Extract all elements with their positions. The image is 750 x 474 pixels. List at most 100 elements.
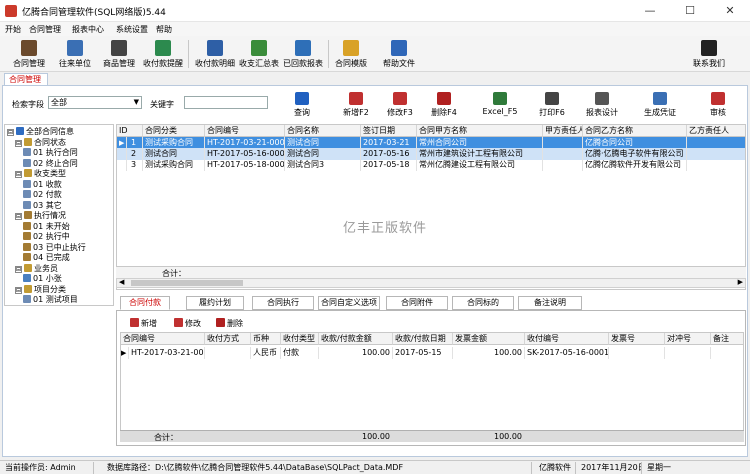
tab-custom-options[interactable]: 合同自定义选项 xyxy=(318,296,380,310)
grid-header-party-b-rep[interactable]: 乙方责任人 xyxy=(687,125,745,137)
audit-button[interactable]: 审核 xyxy=(698,90,738,120)
toolbar-partner-button[interactable]: 往来单位 xyxy=(52,38,98,70)
tree-node[interactable]: 01 收款 xyxy=(23,179,62,190)
tree-expander-icon[interactable]: ⊟ xyxy=(15,265,22,273)
table-row[interactable]: ▶HT-2017-03-21-0001人民币付款100.002017-05-15… xyxy=(121,347,743,359)
pgrid-header-amount[interactable]: 收款/付款金额 xyxy=(319,333,393,345)
toolbar-summary-button[interactable]: 收支汇总表 xyxy=(236,38,282,70)
grid-header-name[interactable]: 合同名称 xyxy=(285,125,361,137)
tab-attachments[interactable]: 合同附件 xyxy=(386,296,448,310)
add-button[interactable]: 新增F2 xyxy=(336,90,376,120)
tree-node-label: 合同状态 xyxy=(34,137,66,147)
table-cell xyxy=(543,159,583,171)
tree-node[interactable]: 01 执行合同 xyxy=(23,148,78,158)
menu-reports[interactable]: 报表中心 xyxy=(72,24,104,35)
search-field-select[interactable]: 全部 ▼ xyxy=(48,96,142,109)
toolbar-receipt-detail-button[interactable]: 收付款明细 xyxy=(192,38,238,70)
keyword-input[interactable] xyxy=(184,96,268,109)
menu-settings[interactable]: 系统设置 xyxy=(116,24,148,35)
toolbar-reminder-button[interactable]: 收付款提醒 xyxy=(140,38,186,70)
pgrid-header-number[interactable]: 合同编号 xyxy=(121,333,205,345)
category-tree: ⊟ 全部合同信息 ⊟ 合同状态 01 执行合同 02 终止合同 ⊟ 收支类型 01 收款 02 付… xyxy=(4,124,114,306)
menu-start[interactable]: 开始 xyxy=(5,24,21,35)
tab-contract-execution[interactable]: 合同执行 xyxy=(252,296,314,310)
scroll-left-icon[interactable]: ◀ xyxy=(119,278,124,286)
tree-node[interactable]: ⊟ 业务员 xyxy=(15,263,58,274)
close-button[interactable]: ✕ xyxy=(710,0,750,22)
tree-node[interactable]: 01 小张 xyxy=(23,274,62,284)
lower-add-button[interactable]: 新增 xyxy=(130,318,157,329)
tree-node[interactable]: 01 未开始 xyxy=(23,221,70,232)
grid-header-party-a[interactable]: 合同甲方名称 xyxy=(417,125,543,137)
grid-header-party-b[interactable]: 合同乙方名称 xyxy=(583,125,687,137)
window-title: 亿腾合同管理软件(SQL网络版)5.44 xyxy=(22,8,166,18)
query-button[interactable]: 查询 xyxy=(282,90,322,120)
pgrid-header-receipt-no[interactable]: 收付编号 xyxy=(525,333,609,345)
excel-button[interactable]: Excel_F5 xyxy=(480,90,520,120)
tab-subject[interactable]: 合同标的 xyxy=(452,296,514,310)
minimize-button[interactable]: — xyxy=(630,0,670,22)
toolbar-goods-button[interactable]: 商品管理 xyxy=(96,38,142,70)
pgrid-header-type[interactable]: 收付类型 xyxy=(281,333,319,345)
pgrid-header-remark[interactable]: 备注 xyxy=(711,333,743,345)
pgrid-header-invoice-amount[interactable]: 发票金额 xyxy=(453,333,525,345)
horizontal-scrollbar[interactable]: ◀ ▶ xyxy=(116,278,746,288)
delete-icon xyxy=(437,92,451,105)
doc-tab-contract[interactable]: 合同管理 xyxy=(4,73,48,85)
tree-expander-icon[interactable]: ⊟ xyxy=(15,286,22,294)
report-design-button[interactable]: 报表设计 xyxy=(582,90,622,120)
maximize-button[interactable]: ☐ xyxy=(670,0,710,22)
grid-header-party-a-rep[interactable]: 甲方责任人 xyxy=(543,125,583,137)
scroll-right-icon[interactable]: ▶ xyxy=(738,278,743,286)
pgrid-header-currency[interactable]: 币种 xyxy=(251,333,281,345)
grid-header-category[interactable]: 合同分类 xyxy=(143,125,205,137)
tab-contract-payment[interactable]: 合同付款 xyxy=(120,296,170,310)
tree-expander-icon[interactable]: ⊟ xyxy=(15,171,22,178)
print-button[interactable]: 打印F6 xyxy=(532,90,572,120)
menu-contract[interactable]: 合同管理 xyxy=(29,24,61,35)
tab-remarks[interactable]: 备注说明 xyxy=(518,296,582,310)
tree-node[interactable]: ⊟ 全部合同信息 xyxy=(7,127,74,137)
toolbar-template-button[interactable]: 合同模版 xyxy=(328,38,374,70)
tree-node[interactable]: ⊟ 合同状态 xyxy=(15,137,66,148)
lower-delete-button[interactable]: 删除 xyxy=(216,318,243,329)
tree-node[interactable]: ⊟ 项目分类 xyxy=(15,284,66,295)
tree-expander-icon[interactable]: ⊟ xyxy=(15,139,22,147)
toolbar-contact-button[interactable]: 联系我们 xyxy=(686,38,732,70)
tree-expander-icon[interactable]: ⊟ xyxy=(15,213,22,220)
tree-node[interactable]: 02 执行中 xyxy=(23,232,70,242)
lower-edit-button[interactable]: 修改 xyxy=(174,318,201,329)
grid-header-date[interactable]: 签订日期 xyxy=(361,125,417,137)
tree-node[interactable]: 02 付款 xyxy=(23,190,62,200)
grid-header-number[interactable]: 合同编号 xyxy=(205,125,285,137)
status-user: 当前操作员: Admin xyxy=(2,462,94,474)
pgrid-header-date[interactable]: 收款/付款日期 xyxy=(393,333,453,345)
grid-header-id[interactable]: ID xyxy=(117,125,143,137)
qq-icon xyxy=(701,40,717,56)
tree-node[interactable]: 03 已中止执行 xyxy=(23,242,86,253)
edit-button[interactable]: 修改F3 xyxy=(380,90,420,120)
pgrid-header-invoice-no[interactable]: 发票号 xyxy=(609,333,665,345)
tree-node[interactable]: 01 测试项目 xyxy=(23,295,78,305)
toolbar-contract-button[interactable]: 合同管理 xyxy=(6,38,52,70)
tree-expander-icon[interactable]: ⊟ xyxy=(7,129,14,136)
delete-button[interactable]: 删除F4 xyxy=(424,90,464,120)
menu-help[interactable]: 帮助 xyxy=(156,24,172,35)
pgrid-header-method[interactable]: 收付方式 xyxy=(205,333,251,345)
pgrid-header-offset[interactable]: 对冲号 xyxy=(665,333,711,345)
tree-node[interactable]: 02 终止合同 xyxy=(23,158,78,169)
toolbar-report-button[interactable]: 已回款报表 xyxy=(280,38,326,70)
scroll-thumb[interactable] xyxy=(131,280,243,286)
toolbar-help-button[interactable]: 帮助文件 xyxy=(376,38,422,70)
voucher-button[interactable]: 生成凭证 xyxy=(640,90,680,120)
tree-node[interactable]: ⊟ 收支类型 xyxy=(15,169,66,179)
payment-footer-label: 合计： xyxy=(154,433,178,442)
tab-performance-plan[interactable]: 履约计划 xyxy=(186,296,244,310)
edit-icon xyxy=(393,92,407,105)
folder-icon xyxy=(24,137,32,146)
table-cell: 测试采购合同 xyxy=(143,159,205,171)
tree-node[interactable]: 03 其它 xyxy=(23,200,62,211)
tree-node[interactable]: 04 已完成 xyxy=(23,253,70,263)
tree-node[interactable]: ⊟ 执行情况 xyxy=(15,211,66,221)
table-row[interactable]: 3 测试采购合同 HT-2017-05-18-0001 测试合同3 2017-05-18… xyxy=(117,159,745,171)
